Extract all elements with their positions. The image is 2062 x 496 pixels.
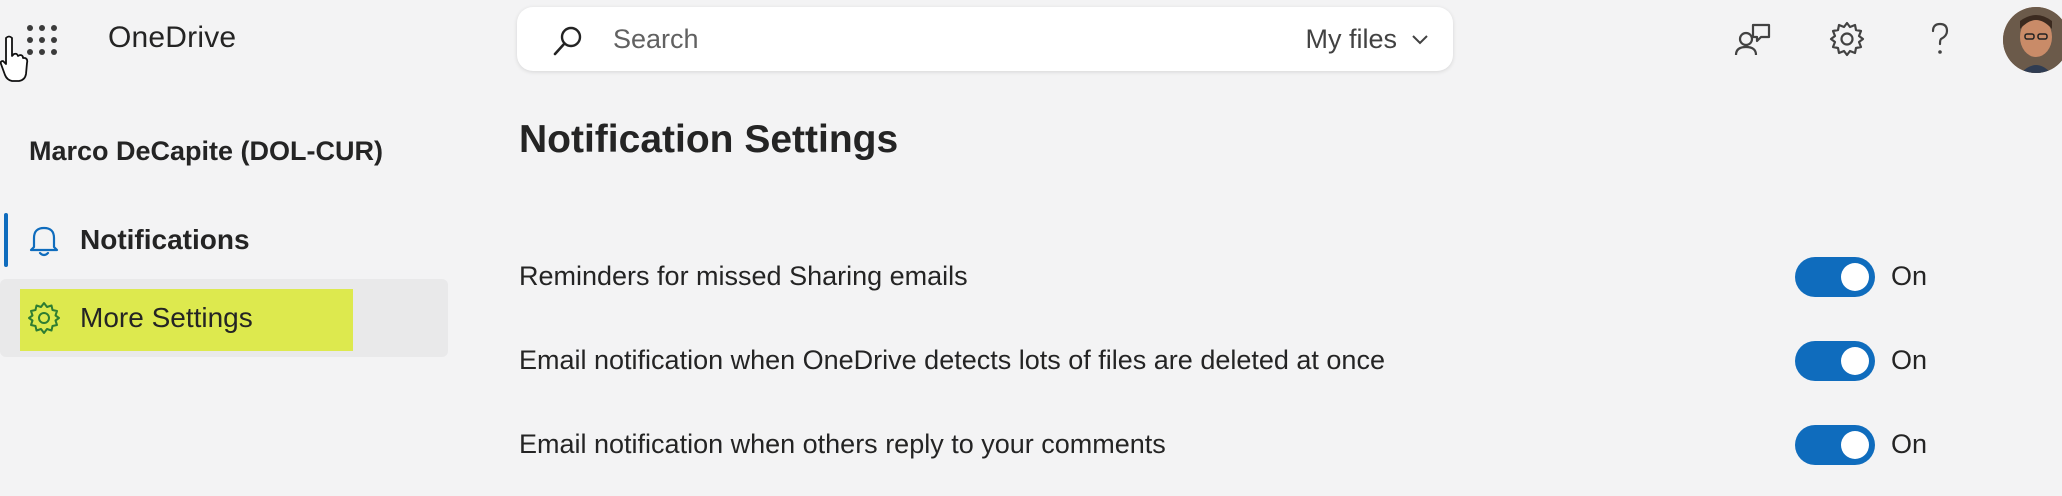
search-scope-label: My files [1305,23,1397,54]
setting-row: Email notification when others reply to … [519,415,2019,475]
gear-icon[interactable] [1827,19,1867,59]
search-scope-dropdown[interactable]: My files [1305,19,1431,59]
setting-label: Email notification when OneDrive detects… [519,345,1385,375]
toggle-state-label: On [1891,261,1928,291]
toggle-switch[interactable] [1795,425,1875,465]
toggle-state-label: On [1891,345,1928,375]
avatar[interactable] [2003,7,2062,73]
setting-label: Email notification when others reply to … [519,429,1166,459]
toggle-state-label: On [1891,429,1928,459]
chevron-down-icon [1412,35,1428,45]
onedrive-settings-page: OneDrive My files [0,0,2062,496]
setting-row: Email notification when OneDrive detects… [519,331,2019,391]
toggle-switch[interactable] [1795,341,1875,381]
search-input[interactable] [613,19,1173,59]
top-bar: OneDrive My files [0,0,2062,82]
setting-row: Reminders for missed Sharing emails On [519,247,2019,307]
search-box[interactable]: My files [517,7,1453,71]
selected-indicator [4,213,8,267]
help-icon[interactable] [1920,19,1960,59]
search-icon [553,26,582,56]
user-name: Marco DeCapite (DOL-CUR) [29,136,384,166]
toggle-switch[interactable] [1795,257,1875,297]
sidebar-item-label: Notifications [80,224,250,255]
sidebar-item-notifications[interactable]: Notifications [0,201,448,279]
hand-cursor-icon [0,35,29,82]
bell-icon [29,226,59,257]
feedback-icon[interactable] [1733,19,1773,59]
app-title[interactable]: OneDrive [108,21,236,55]
sidebar-item-label: More Settings [80,302,253,333]
gear-icon [28,302,60,334]
sidebar-item-more-settings[interactable]: More Settings [0,279,448,357]
setting-label: Reminders for missed Sharing emails [519,261,968,291]
page-title: Notification Settings [519,118,899,161]
